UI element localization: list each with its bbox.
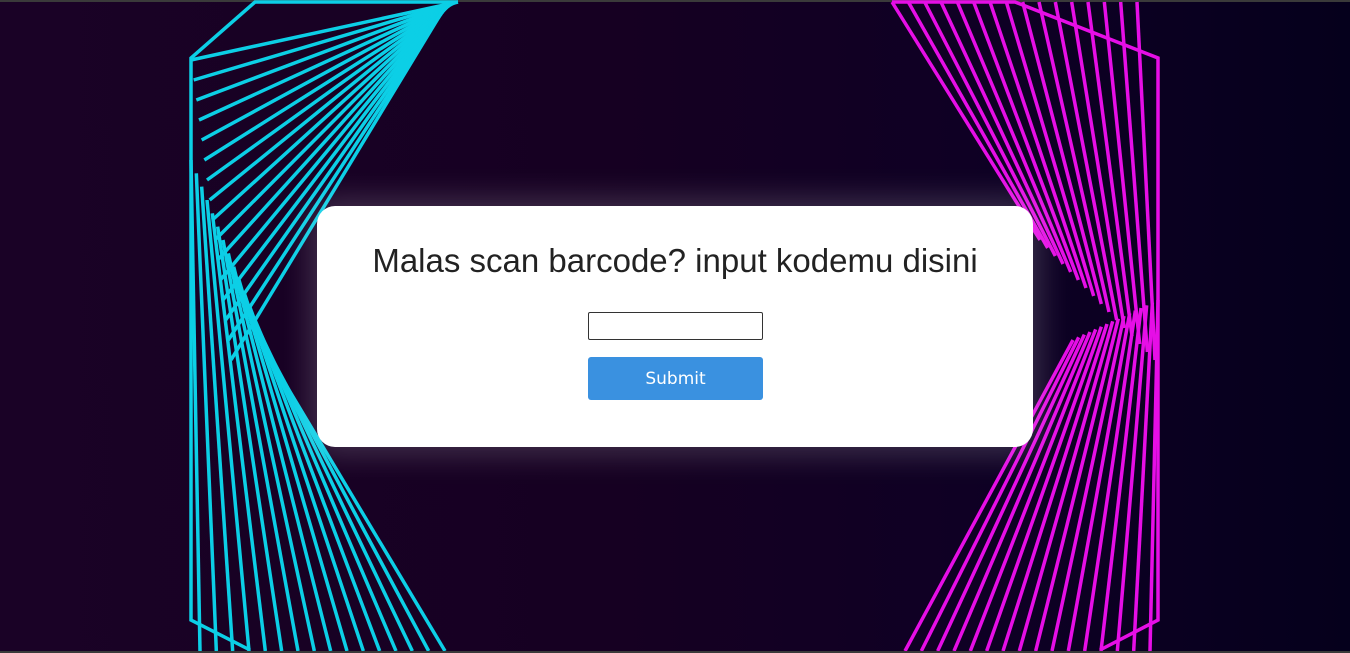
left-art-line bbox=[200, 0, 457, 142]
page: Malas scan barcode? input kodemu disini … bbox=[0, 0, 1350, 653]
right-art-line bbox=[1082, 310, 1138, 652]
submit-button[interactable]: Submit bbox=[588, 357, 763, 400]
page-title: Malas scan barcode? input kodemu disini bbox=[372, 242, 978, 279]
code-input[interactable] bbox=[588, 312, 763, 340]
code-entry-card: Malas scan barcode? input kodemu disini … bbox=[317, 206, 1033, 447]
left-art-line bbox=[211, 0, 454, 222]
